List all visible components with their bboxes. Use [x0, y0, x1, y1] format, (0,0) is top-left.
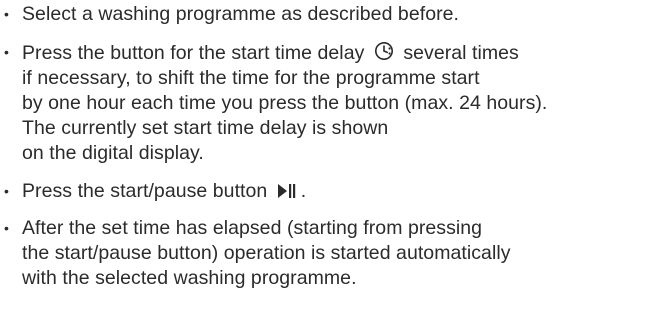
bullet: •	[4, 44, 9, 60]
bullet: •	[4, 183, 9, 199]
item-text-line: on the digital display.	[22, 142, 204, 164]
item-text-line: the start/pause button) operation is sta…	[22, 242, 511, 264]
list-item: • Select a washing programme as describe…	[0, 2, 669, 27]
item-text-line: if necessary, to shift the time for the …	[22, 67, 480, 89]
item-text-line: Press the button for the start time dela…	[22, 40, 669, 66]
item-text-line: with the selected washing programme.	[22, 267, 357, 289]
item-text: Select a washing programme as described …	[22, 3, 459, 25]
clock-icon	[373, 40, 395, 62]
item-text: several times	[403, 42, 519, 64]
instruction-list: • Select a washing programme as describe…	[0, 0, 669, 291]
bullet: •	[4, 220, 9, 236]
list-item: • Press the button for the start time de…	[0, 40, 669, 166]
play-pause-icon	[276, 182, 298, 200]
item-text-line: The currently set start time delay is sh…	[22, 117, 389, 139]
item-text-line: Press the start/pause button .	[22, 179, 669, 204]
item-text: Press the start/pause button	[22, 180, 268, 202]
item-text-line: by one hour each time you press the butt…	[22, 92, 548, 114]
item-text: Press the button for the start time dela…	[22, 42, 365, 64]
list-item: • Press the start/pause button .	[0, 179, 669, 204]
item-text-line: After the set time has elapsed (starting…	[22, 217, 483, 239]
bullet: •	[4, 6, 9, 22]
list-item: • After the set time has elapsed (starti…	[0, 216, 669, 291]
item-text: .	[300, 180, 307, 202]
